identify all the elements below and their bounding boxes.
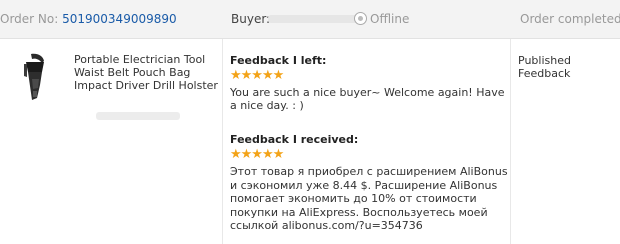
feedback-received-text: Этот товар я приобрел с расширением AliB…: [230, 165, 508, 232]
feedback-left-rating: ★★★★★: [230, 69, 510, 83]
feedback-received-block: Feedback I received: ★★★★★ Этот товар я …: [230, 133, 510, 233]
feedback-received-rating: ★★★★★: [230, 148, 510, 162]
order-no-label: Order No:: [0, 12, 59, 26]
order-no: Order No: 501900349009890: [0, 11, 177, 27]
feedback-left-text: You are such a nice buyer~ Welcome again…: [230, 86, 505, 112]
column-divider: [510, 39, 511, 244]
feedback-received-label: Feedback I received:: [230, 133, 359, 146]
feedback-left-block: Feedback I left: ★★★★★ You are such a ni…: [230, 54, 510, 112]
star-icon: ★★★★★: [230, 147, 284, 162]
column-divider: [222, 39, 223, 244]
buyer-status: Offline: [354, 11, 409, 27]
star-icon: ★★★★★: [230, 68, 284, 83]
buyer-name-redacted: [268, 15, 362, 23]
buyer-label: Buyer:: [231, 12, 271, 26]
product-detail-redacted: [96, 112, 180, 120]
feedback-left-label: Feedback I left:: [230, 54, 327, 67]
product-title[interactable]: Portable Electrician Tool Waist Belt Pou…: [74, 53, 222, 92]
buyer-status-text: Offline: [370, 12, 410, 26]
offline-status-icon: [354, 12, 367, 25]
published-feedback-status: Published Feedback: [518, 54, 571, 80]
order-status: Order completed 05: [520, 12, 620, 26]
order-no-link[interactable]: 501900349009890: [62, 12, 177, 26]
product-thumbnail[interactable]: [18, 52, 52, 104]
order-header: Order No: 501900349009890 Buyer: Offline…: [0, 0, 620, 39]
